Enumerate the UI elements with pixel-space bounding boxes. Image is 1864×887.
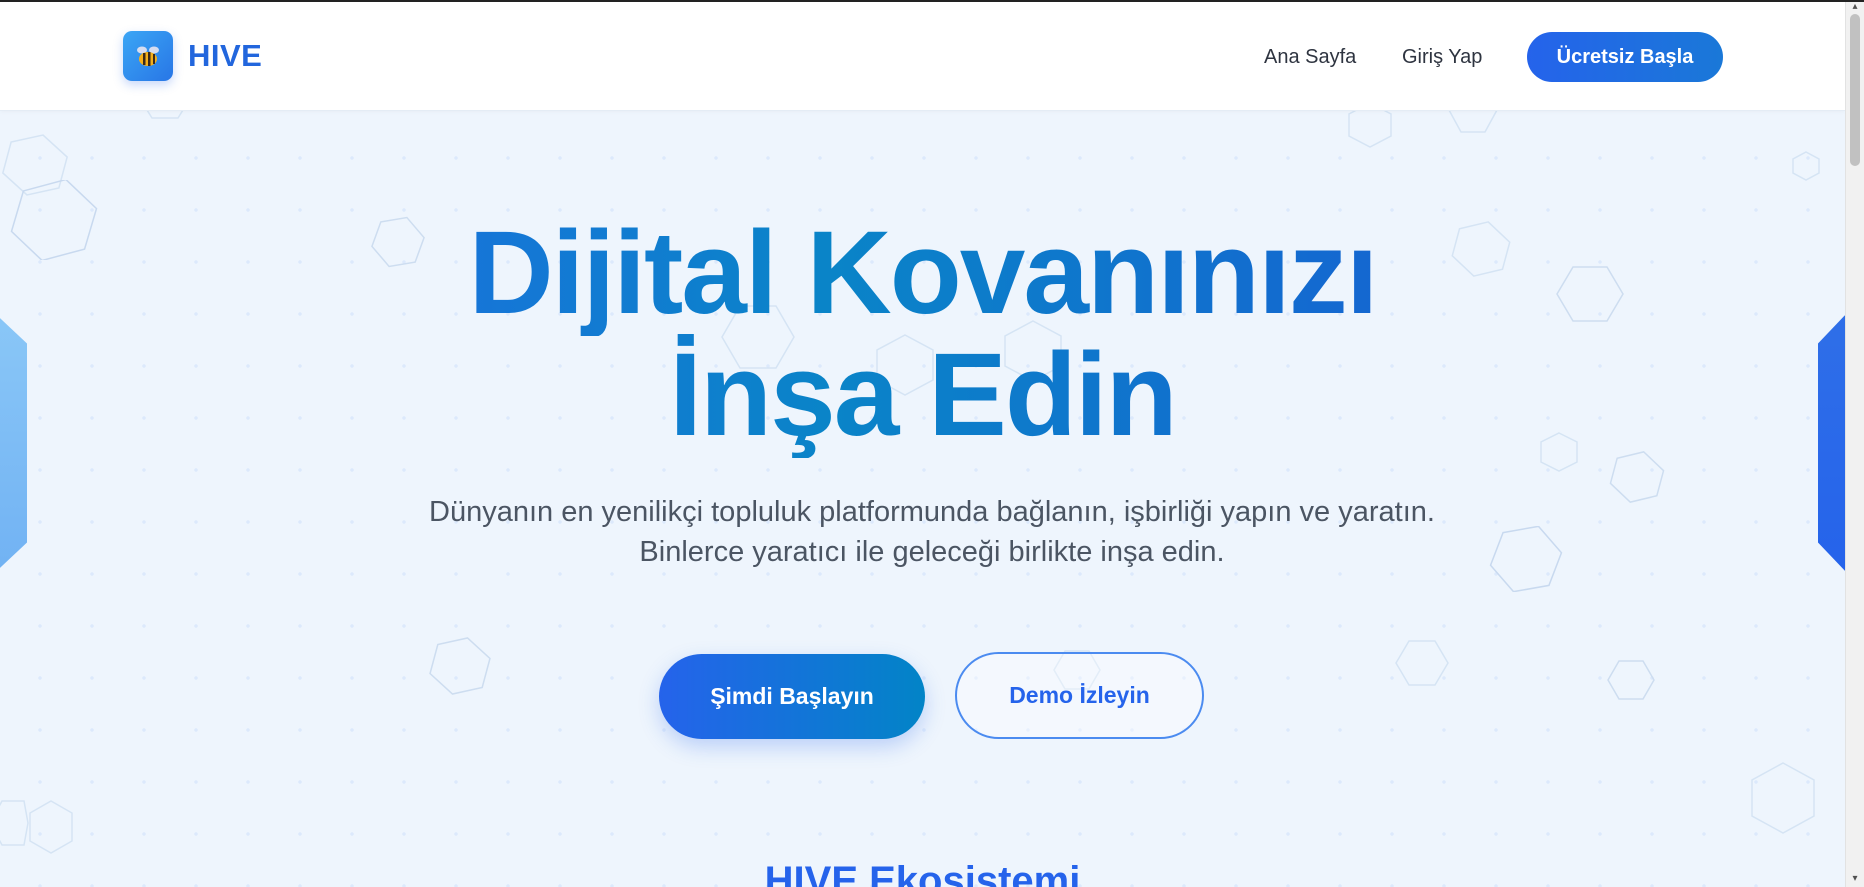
free-start-button[interactable]: Ücretsiz Başla bbox=[1527, 32, 1723, 82]
hexagon-decoration-icon bbox=[1607, 660, 1655, 700]
hexagon-decoration-icon bbox=[1489, 526, 1563, 592]
bee-icon bbox=[137, 46, 159, 66]
hexagon-decoration-icon bbox=[1751, 762, 1815, 834]
ecosystem-section-title: HIVE Ekosistemi bbox=[764, 859, 1081, 887]
scroll-down-arrow-icon[interactable]: ▾ bbox=[1849, 874, 1861, 884]
site-header: HIVE Ana Sayfa Giriş Yap Ücretsiz Başla bbox=[0, 2, 1845, 111]
hexagon-decoration-icon bbox=[29, 800, 73, 854]
page: HIVE Ana Sayfa Giriş Yap Ücretsiz Başla … bbox=[0, 0, 1845, 887]
watch-demo-button[interactable]: Demo İzleyin bbox=[955, 652, 1204, 739]
hero-title-line1: Dijital Kovanınızı bbox=[0, 210, 1845, 336]
hexagon-decoration-icon bbox=[429, 637, 491, 695]
hero-title-line2: İnşa Edin bbox=[0, 332, 1845, 458]
hexagon-decoration-icon bbox=[1792, 151, 1820, 181]
hexagon-decoration-icon bbox=[1395, 640, 1449, 686]
scrollbar-thumb[interactable] bbox=[1850, 14, 1860, 166]
nav-home-link[interactable]: Ana Sayfa bbox=[1264, 44, 1356, 70]
brand-name[interactable]: HIVE bbox=[188, 36, 262, 76]
nav-login-link[interactable]: Giriş Yap bbox=[1402, 44, 1482, 70]
scroll-up-arrow-icon[interactable]: ▴ bbox=[1849, 2, 1861, 12]
hero-subtitle: Dünyanın en yenilikçi topluluk platformu… bbox=[429, 496, 1435, 568]
page-scrollbar[interactable]: ▴ ▾ bbox=[1845, 0, 1864, 887]
start-now-button[interactable]: Şimdi Başlayın bbox=[659, 654, 925, 739]
window-top-border bbox=[0, 0, 1864, 2]
logo[interactable] bbox=[123, 31, 173, 81]
